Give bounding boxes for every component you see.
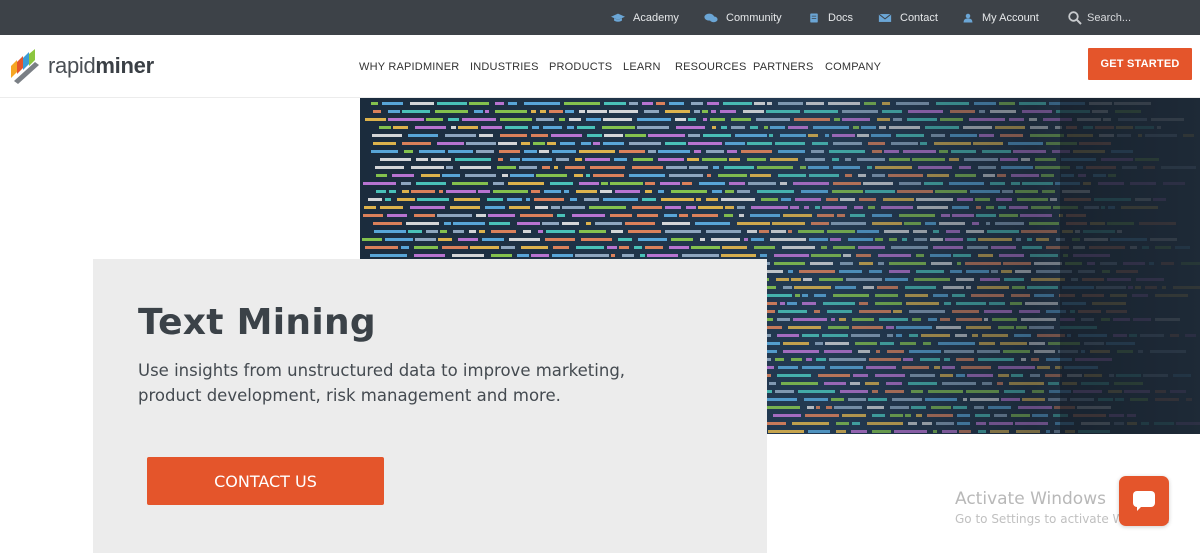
document-icon <box>810 13 818 22</box>
utility-bar: Academy Community Docs Contact My Accoun… <box>0 0 1200 35</box>
rapidminer-logo-mark-icon <box>11 49 39 84</box>
envelope-icon <box>878 13 892 22</box>
nav-company[interactable]: COMPANY <box>825 61 881 73</box>
search-box[interactable] <box>1068 8 1187 28</box>
contact-label: Contact <box>900 11 938 24</box>
nav-resources[interactable]: RESOURCES <box>675 61 746 73</box>
community-label: Community <box>726 11 782 24</box>
nav-industries[interactable]: INDUSTRIES <box>470 61 539 73</box>
search-icon[interactable] <box>1068 11 1082 25</box>
docs-label: Docs <box>828 11 854 24</box>
chat-icon <box>1133 491 1155 511</box>
rapidminer-logo[interactable]: rapidminer <box>8 48 154 84</box>
my-account-label: My Account <box>982 11 1039 24</box>
graduation-cap-icon <box>611 13 625 22</box>
nav-why-rapidminer[interactable]: WHY RAPIDMINER <box>359 61 459 73</box>
academy-label: Academy <box>633 11 679 24</box>
hero-subtitle: Use insights from unstructured data to i… <box>138 361 626 405</box>
nav-products[interactable]: PRODUCTS <box>549 61 612 73</box>
contact-us-button[interactable]: CONTACT US <box>147 457 384 505</box>
community-link[interactable]: Community <box>704 0 782 35</box>
hero-card: Text Mining Use insights from unstructur… <box>93 259 767 553</box>
user-icon <box>963 13 973 22</box>
nav-partners[interactable]: PARTNERS <box>753 61 813 73</box>
academy-link[interactable]: Academy <box>611 0 679 35</box>
nav-learn[interactable]: LEARN <box>623 61 661 73</box>
chat-bubbles-icon <box>704 13 718 22</box>
page-title: Text Mining <box>138 302 376 343</box>
get-started-button[interactable]: GET STARTED <box>1088 48 1192 80</box>
docs-link[interactable]: Docs <box>808 0 853 35</box>
main-header: rapidminer WHY RAPIDMINER INDUSTRIES PRO… <box>0 35 1200 98</box>
contact-link[interactable]: Contact <box>878 0 938 35</box>
search-input[interactable] <box>1087 9 1187 27</box>
chat-widget-button[interactable] <box>1119 476 1169 526</box>
my-account-link[interactable]: My Account <box>962 0 1039 35</box>
activate-windows-watermark: Activate Windows <box>955 489 1106 509</box>
logo-wordmark: rapidminer <box>48 53 154 78</box>
